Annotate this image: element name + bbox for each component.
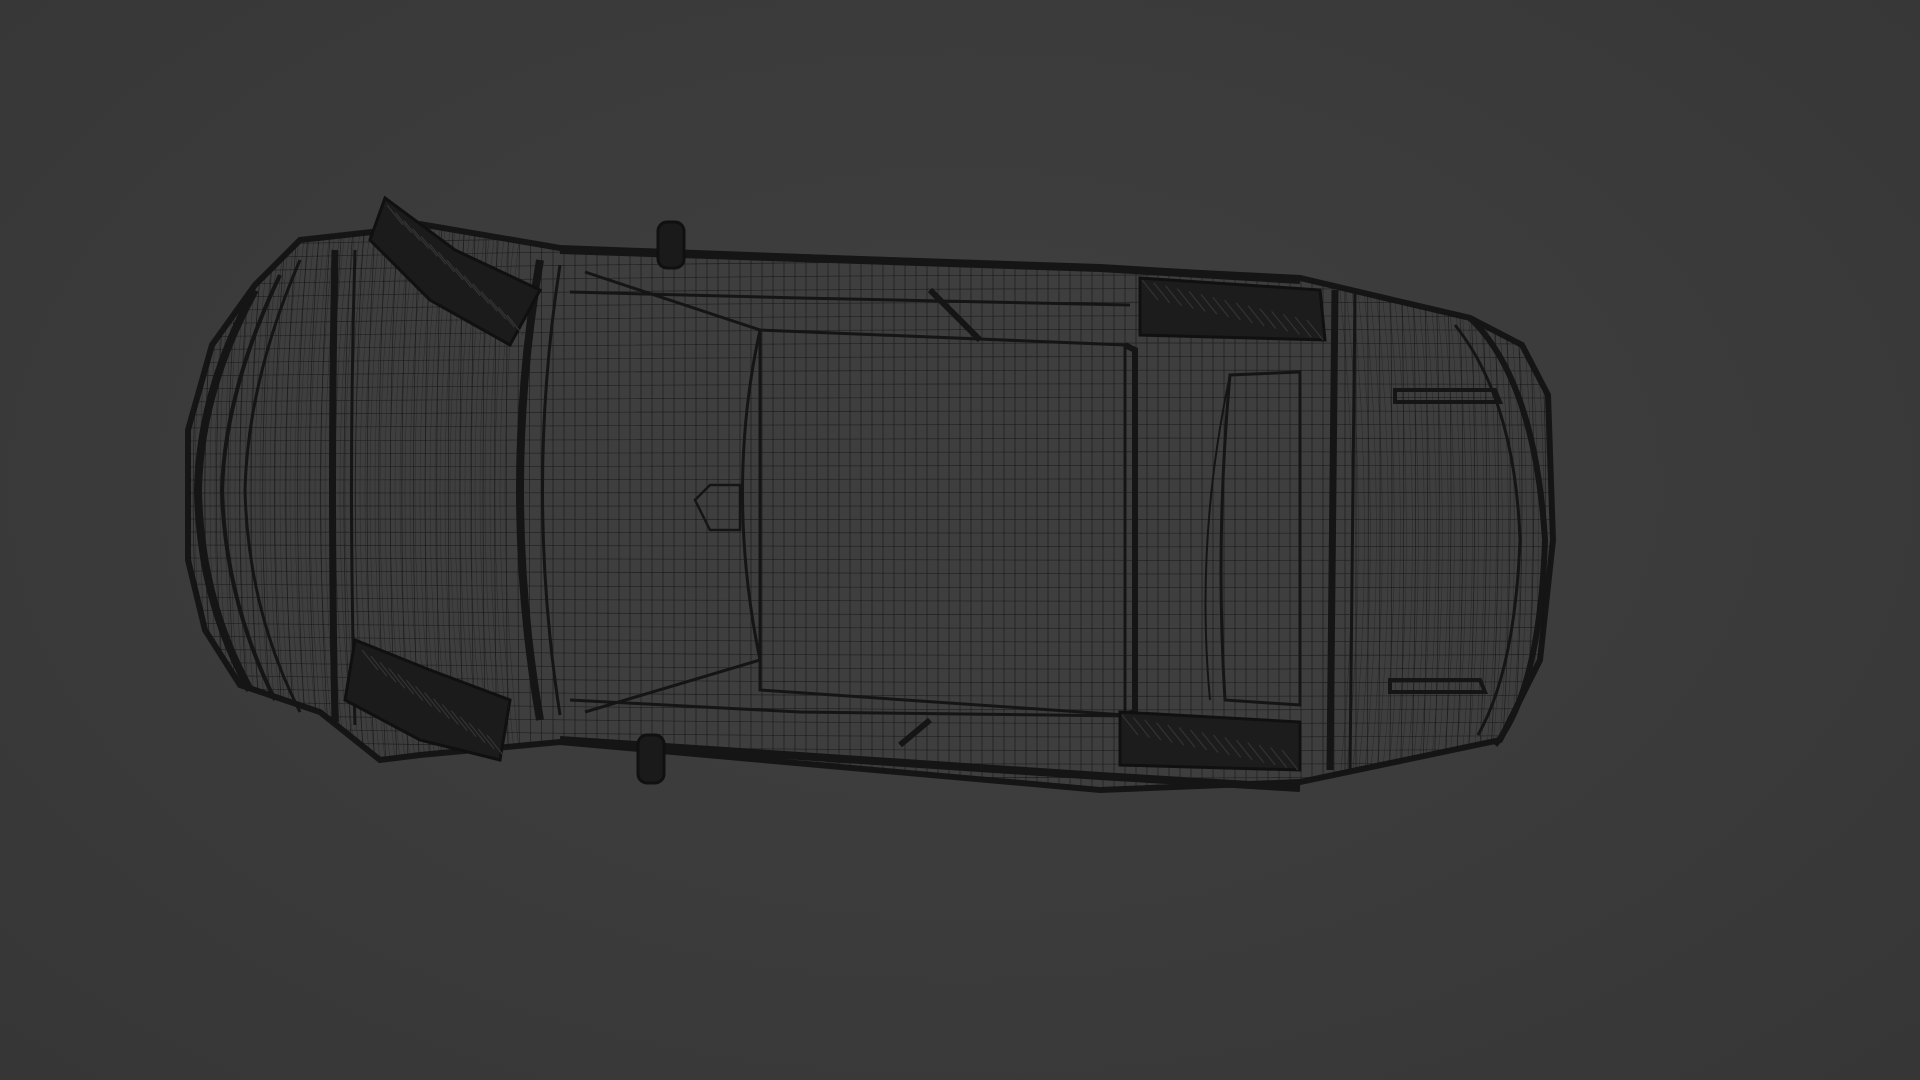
left-mirror	[656, 220, 686, 270]
rear-right-wheel	[1118, 710, 1302, 772]
car-wireframe-model[interactable]	[170, 195, 1569, 800]
3d-viewport[interactable]	[0, 0, 1920, 1080]
wireframe-canvas[interactable]	[0, 0, 1920, 1080]
right-mirror	[636, 733, 666, 785]
